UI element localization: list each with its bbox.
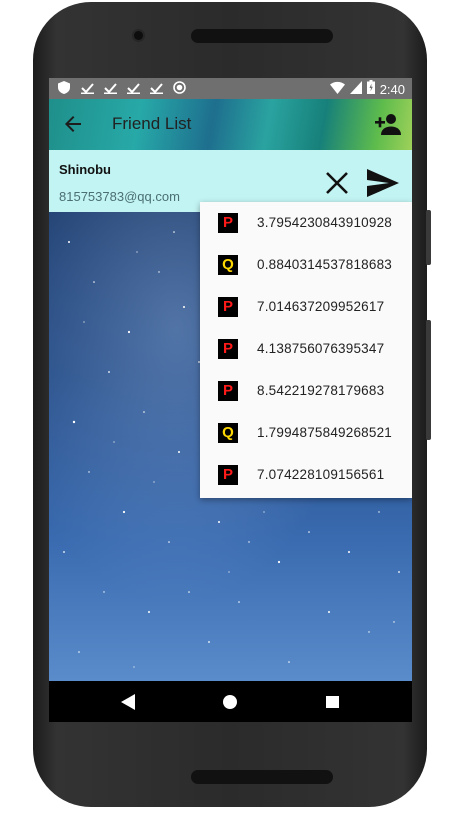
badge-icon: P <box>218 339 238 359</box>
dropdown-item[interactable]: P 4.138756076395347 <box>200 328 412 370</box>
top-speaker <box>191 29 333 43</box>
dropdown-item[interactable]: P 7.074228109156561 <box>200 454 412 496</box>
nav-recents-icon[interactable] <box>326 696 339 708</box>
item-value: 7.014637209952617 <box>257 299 385 314</box>
person-add-icon[interactable] <box>374 111 402 137</box>
friend-name: Shinobu <box>59 162 111 177</box>
dropdown-item[interactable]: P 7.014637209952617 <box>200 286 412 328</box>
arrow-back-icon[interactable] <box>61 112 85 136</box>
app-bar: Friend List <box>49 99 412 150</box>
nav-home-icon[interactable] <box>223 695 237 709</box>
item-value: 1.7994875849268521 <box>257 425 392 440</box>
download-icon <box>126 80 140 94</box>
shield-icon <box>57 80 71 94</box>
item-value: 7.074228109156561 <box>257 467 385 482</box>
dropdown-item[interactable]: Q 1.7994875849268521 <box>200 412 412 454</box>
screen: 2:40 Friend List Shinobu 815753783@qq.co… <box>49 78 412 722</box>
status-bar: 2:40 <box>49 78 412 99</box>
badge-icon: P <box>218 213 238 233</box>
item-value: 8.542219278179683 <box>257 383 385 398</box>
item-value: 3.7954230843910928 <box>257 215 392 230</box>
dropdown-item[interactable]: Q 0.8840314537818683 <box>200 244 412 286</box>
item-value: 0.8840314537818683 <box>257 257 392 272</box>
volume-button <box>426 320 431 440</box>
battery-charging-icon <box>366 80 375 99</box>
record-icon <box>172 80 186 94</box>
power-button <box>426 210 431 265</box>
dropdown-menu: P 3.7954230843910928 Q 0.884031453781868… <box>200 202 412 498</box>
send-icon[interactable] <box>366 168 400 198</box>
dropdown-item[interactable]: P 8.542219278179683 <box>200 370 412 412</box>
signal-icon <box>349 80 362 99</box>
dropdown-item[interactable]: P 3.7954230843910928 <box>200 202 412 244</box>
nav-back-icon[interactable] <box>121 694 135 710</box>
friend-email: 815753783@qq.com <box>59 189 180 204</box>
badge-icon: P <box>218 465 238 485</box>
close-icon[interactable] <box>324 170 350 196</box>
status-time: 2:40 <box>379 82 405 97</box>
wifi-icon <box>329 81 345 99</box>
item-value: 4.138756076395347 <box>257 341 385 356</box>
download-icon <box>80 80 94 94</box>
badge-icon: Q <box>218 423 238 443</box>
badge-icon: P <box>218 381 238 401</box>
download-icon <box>149 80 163 94</box>
page-title: Friend List <box>112 114 192 133</box>
front-camera <box>134 31 143 40</box>
badge-icon: Q <box>218 255 238 275</box>
badge-icon: P <box>218 297 238 317</box>
download-icon <box>103 80 117 94</box>
navigation-bar <box>49 681 412 722</box>
bottom-speaker <box>191 770 333 784</box>
